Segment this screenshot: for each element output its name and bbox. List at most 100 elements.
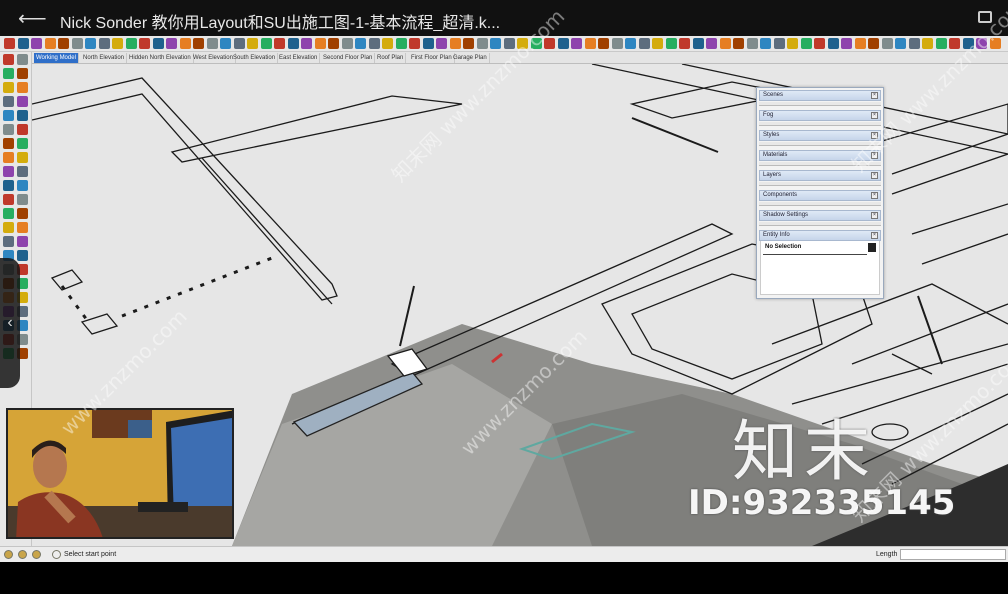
tool-palette-icon[interactable] xyxy=(17,96,28,107)
tool-palette-icon[interactable] xyxy=(3,236,14,247)
scene-tab[interactable]: Working Model xyxy=(34,53,79,63)
toolbar-tool-icon[interactable] xyxy=(98,38,110,49)
scene-tab[interactable]: West Elevation xyxy=(191,53,236,63)
toolbar-tool-icon[interactable] xyxy=(827,38,839,49)
tool-palette-icon[interactable] xyxy=(17,138,28,149)
scene-tab[interactable]: First Floor Plan xyxy=(409,53,455,63)
tool-palette-icon[interactable] xyxy=(17,54,28,65)
toolbar-tool-icon[interactable] xyxy=(274,38,285,49)
scene-tab[interactable]: Garage Plan xyxy=(451,53,490,63)
scene-tab[interactable]: Second Floor Plan xyxy=(321,53,376,63)
scene-tab[interactable]: Roof Plan xyxy=(375,53,407,63)
toolbar-tool-icon[interactable] xyxy=(652,38,663,49)
panel-close-icon[interactable]: × xyxy=(871,232,878,239)
toolbar-tool-icon[interactable] xyxy=(760,38,771,49)
tool-palette-icon[interactable] xyxy=(3,166,14,177)
toolbar-tool-icon[interactable] xyxy=(854,38,866,49)
toolbar-tool-icon[interactable] xyxy=(436,38,447,49)
toolbar-tool-icon[interactable] xyxy=(71,38,83,49)
tool-palette-icon[interactable] xyxy=(3,54,14,65)
toolbar-tool-icon[interactable] xyxy=(692,38,704,49)
toolbar-tool-icon[interactable] xyxy=(206,38,218,49)
toolbar-tool-icon[interactable] xyxy=(571,38,582,49)
toolbar-tool-icon[interactable] xyxy=(922,38,933,49)
toolbar-tool-icon[interactable] xyxy=(800,38,812,49)
tool-palette-icon[interactable] xyxy=(3,180,14,191)
tray-panel-header[interactable]: Entity Info × xyxy=(759,230,881,241)
tool-palette-icon[interactable] xyxy=(17,68,28,79)
toolbar-tool-icon[interactable] xyxy=(679,38,690,49)
toolbar-tool-icon[interactable] xyxy=(463,38,474,49)
tool-palette-icon[interactable] xyxy=(3,152,14,163)
credits-icon[interactable] xyxy=(18,550,27,559)
toolbar-tool-icon[interactable] xyxy=(706,38,717,49)
toolbar-tool-icon[interactable] xyxy=(17,38,29,49)
toolbar-tool-icon[interactable] xyxy=(584,38,596,49)
scene-tab[interactable]: South Elevation xyxy=(231,53,279,63)
toolbar-tool-icon[interactable] xyxy=(193,38,204,49)
tool-palette-icon[interactable] xyxy=(3,124,14,135)
collapse-handle[interactable]: ‹ xyxy=(0,258,20,388)
toolbar-tool-icon[interactable] xyxy=(287,38,299,49)
toolbar-tool-icon[interactable] xyxy=(220,38,231,49)
tool-palette-icon[interactable] xyxy=(17,250,28,261)
toolbar-tool-icon[interactable] xyxy=(935,38,947,49)
panel-close-icon[interactable]: × xyxy=(871,92,878,99)
panel-close-icon[interactable]: × xyxy=(871,212,878,219)
user-icon[interactable] xyxy=(32,550,41,559)
toolbar-tool-icon[interactable] xyxy=(125,38,137,49)
toolbar-tool-icon[interactable] xyxy=(152,38,164,49)
toolbar-tool-icon[interactable] xyxy=(355,38,366,49)
toolbar-tool-icon[interactable] xyxy=(382,38,393,49)
tool-palette-icon[interactable] xyxy=(17,180,28,191)
scene-tab[interactable]: North Elevation xyxy=(81,53,128,63)
toolbar-tool-icon[interactable] xyxy=(58,38,69,49)
toolbar-tool-icon[interactable] xyxy=(31,38,42,49)
panel-close-icon[interactable]: × xyxy=(871,172,878,179)
toolbar-tool-icon[interactable] xyxy=(166,38,177,49)
toolbar-tool-icon[interactable] xyxy=(247,38,258,49)
toolbar-tool-icon[interactable] xyxy=(773,38,785,49)
tool-palette-icon[interactable] xyxy=(17,82,28,93)
tool-palette-icon[interactable] xyxy=(3,222,14,233)
entity-toggle-icon[interactable] xyxy=(868,243,876,252)
toolbar-tool-icon[interactable] xyxy=(557,38,569,49)
back-arrow-icon[interactable]: ⟵ xyxy=(18,6,47,31)
toolbar-tool-icon[interactable] xyxy=(476,38,488,49)
geolocation-icon[interactable] xyxy=(4,550,13,559)
toolbar-tool-icon[interactable] xyxy=(422,38,434,49)
tray-panel-header[interactable]: Fog × xyxy=(759,110,881,121)
tray-panel-header[interactable]: Scenes × xyxy=(759,90,881,101)
tool-palette-icon[interactable] xyxy=(3,110,14,121)
tool-palette-icon[interactable] xyxy=(3,208,14,219)
help-icon[interactable] xyxy=(52,550,61,559)
toolbar-tool-icon[interactable] xyxy=(368,38,380,49)
tray-panel-header[interactable]: Shadow Settings × xyxy=(759,210,881,221)
toolbar-tool-icon[interactable] xyxy=(328,38,339,49)
toolbar-tool-icon[interactable] xyxy=(746,38,758,49)
tool-palette-icon[interactable] xyxy=(17,110,28,121)
length-input[interactable] xyxy=(900,549,1006,560)
tray-panel-header[interactable]: Components × xyxy=(759,190,881,201)
tool-palette-icon[interactable] xyxy=(3,96,14,107)
toolbar-tool-icon[interactable] xyxy=(881,38,893,49)
toolbar-tool-icon[interactable] xyxy=(638,38,650,49)
toolbar-tool-icon[interactable] xyxy=(841,38,852,49)
toolbar-tool-icon[interactable] xyxy=(787,38,798,49)
tool-palette-icon[interactable] xyxy=(17,208,28,219)
tool-palette-icon[interactable] xyxy=(17,152,28,163)
toolbar-tool-icon[interactable] xyxy=(895,38,906,49)
toolbar-tool-icon[interactable] xyxy=(598,38,609,49)
panel-close-icon[interactable]: × xyxy=(871,112,878,119)
tool-palette-icon[interactable] xyxy=(3,138,14,149)
tool-palette-icon[interactable] xyxy=(3,194,14,205)
toolbar-tool-icon[interactable] xyxy=(260,38,272,49)
toolbar-tool-icon[interactable] xyxy=(449,38,461,49)
toolbar-tool-icon[interactable] xyxy=(733,38,744,49)
toolbar-tool-icon[interactable] xyxy=(179,38,191,49)
toolbar-tool-icon[interactable] xyxy=(112,38,123,49)
toolbar-tool-icon[interactable] xyxy=(44,38,56,49)
tool-palette-icon[interactable] xyxy=(17,166,28,177)
scene-tab[interactable]: Hidden North Elevation xyxy=(127,53,194,63)
tool-palette-icon[interactable] xyxy=(17,124,28,135)
